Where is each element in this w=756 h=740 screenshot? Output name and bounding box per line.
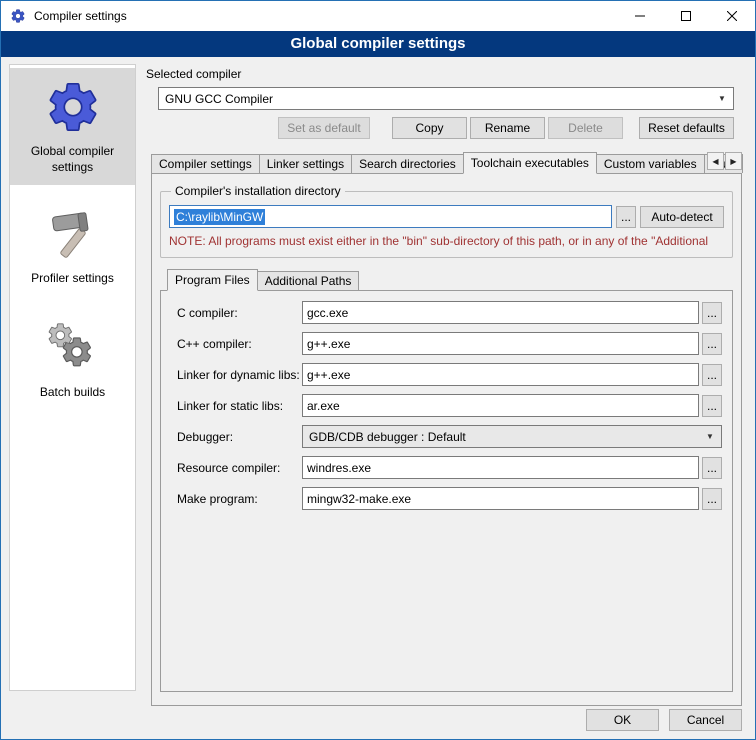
static-linker-input[interactable] — [302, 394, 699, 417]
dialog-footer: OK Cancel — [586, 709, 742, 731]
program-tab-strip: Program Files Additional Paths — [167, 268, 733, 290]
program-files-page: C compiler: ... C++ compiler: ... Linker… — [160, 290, 733, 692]
window-controls — [617, 1, 755, 31]
installation-directory-group: Compiler's installation directory C:\ray… — [160, 184, 733, 258]
make-program-input[interactable] — [302, 487, 699, 510]
cpp-compiler-label: C++ compiler: — [177, 337, 302, 351]
main-panel: Selected compiler GNU GCC Compiler ▼ Set… — [146, 63, 749, 706]
resource-compiler-label: Resource compiler: — [177, 461, 302, 475]
tab-scroll-arrows: ◀ ▶ — [706, 152, 742, 170]
dialog-header: Global compiler settings — [1, 31, 755, 57]
auto-detect-button[interactable]: Auto-detect — [640, 206, 724, 228]
debugger-label: Debugger: — [177, 430, 302, 444]
copy-button[interactable]: Copy — [392, 117, 467, 139]
field-row-dynamic-linker: Linker for dynamic libs: ... — [177, 363, 722, 386]
browse-directory-button[interactable]: ... — [616, 206, 636, 228]
close-button[interactable] — [709, 1, 755, 31]
sidebar-item-global-compiler-settings[interactable]: Global compiler settings — [10, 68, 135, 185]
tab-linker-settings[interactable]: Linker settings — [259, 154, 352, 173]
cancel-button[interactable]: Cancel — [669, 709, 742, 731]
delete-button[interactable]: Delete — [548, 117, 623, 139]
titlebar[interactable]: Compiler settings — [1, 1, 755, 31]
tab-scroll-left-button[interactable]: ◀ — [707, 152, 724, 170]
dynamic-linker-input[interactable] — [302, 363, 699, 386]
hammer-icon — [45, 207, 101, 263]
spacer — [370, 117, 389, 139]
resource-compiler-input[interactable] — [302, 456, 699, 479]
c-compiler-label: C compiler: — [177, 306, 302, 320]
maximize-button[interactable] — [663, 1, 709, 31]
debugger-select[interactable]: GDB/CDB debugger : Default ▼ — [302, 425, 722, 448]
installation-directory-row: C:\raylib\MinGW ... Auto-detect — [169, 205, 724, 228]
ok-button[interactable]: OK — [586, 709, 659, 731]
dynamic-linker-browse-button[interactable]: ... — [702, 364, 722, 386]
compiler-select-value: GNU GCC Compiler — [165, 92, 714, 106]
tab-toolchain-executables[interactable]: Toolchain executables — [463, 152, 597, 174]
compiler-select[interactable]: GNU GCC Compiler ▼ — [158, 87, 734, 110]
toolchain-executables-page: Compiler's installation directory C:\ray… — [151, 173, 742, 706]
c-compiler-browse-button[interactable]: ... — [702, 302, 722, 324]
sidebar-item-label: Profiler settings — [31, 271, 114, 287]
tab-search-directories[interactable]: Search directories — [351, 154, 464, 173]
field-row-static-linker: Linker for static libs: ... — [177, 394, 722, 417]
chevron-down-icon: ▼ — [702, 432, 718, 441]
sidebar-item-profiler-settings[interactable]: Profiler settings — [10, 197, 135, 297]
sidebar-item-label: Batch builds — [40, 385, 105, 401]
tab-program-files[interactable]: Program Files — [167, 269, 258, 291]
selected-compiler-label: Selected compiler — [146, 67, 749, 81]
static-linker-label: Linker for static libs: — [177, 399, 302, 413]
field-row-cpp-compiler: C++ compiler: ... — [177, 332, 722, 355]
gray-gears-icon — [44, 319, 102, 377]
tab-strip: Compiler settings Linker settings Search… — [151, 151, 742, 173]
cpp-compiler-input[interactable] — [302, 332, 699, 355]
tab-compiler-settings[interactable]: Compiler settings — [151, 154, 260, 173]
make-program-browse-button[interactable]: ... — [702, 488, 722, 510]
note-text: NOTE: All programs must exist either in … — [169, 234, 724, 248]
window-title: Compiler settings — [34, 9, 127, 23]
tab-custom-variables[interactable]: Custom variables — [596, 154, 705, 173]
resource-compiler-browse-button[interactable]: ... — [702, 457, 722, 479]
compiler-button-row: Set as default Copy Rename Delete Reset … — [158, 117, 734, 139]
dynamic-linker-label: Linker for dynamic libs: — [177, 368, 302, 382]
tab-additional-paths[interactable]: Additional Paths — [257, 271, 360, 290]
c-compiler-input[interactable] — [302, 301, 699, 324]
make-program-label: Make program: — [177, 492, 302, 506]
compiler-settings-dialog: Compiler settings Global compiler settin… — [0, 0, 756, 740]
installation-directory-input[interactable]: C:\raylib\MinGW — [169, 205, 612, 228]
field-row-debugger: Debugger: GDB/CDB debugger : Default ▼ — [177, 425, 722, 448]
rename-button[interactable]: Rename — [470, 117, 545, 139]
sidebar-item-batch-builds[interactable]: Batch builds — [10, 309, 135, 411]
app-icon — [10, 8, 26, 24]
reset-defaults-button[interactable]: Reset defaults — [639, 117, 734, 139]
field-row-make-program: Make program: ... — [177, 487, 722, 510]
installation-directory-value: C:\raylib\MinGW — [174, 209, 265, 225]
sidebar: Global compiler settings Profiler settin… — [9, 64, 136, 691]
minimize-button[interactable] — [617, 1, 663, 31]
sidebar-item-label: Global compiler settings — [13, 144, 132, 175]
field-row-c-compiler: C compiler: ... — [177, 301, 722, 324]
installation-directory-legend: Compiler's installation directory — [171, 184, 345, 198]
field-row-resource-compiler: Resource compiler: ... — [177, 456, 722, 479]
chevron-down-icon: ▼ — [714, 94, 730, 103]
tab-scroll-right-button[interactable]: ▶ — [725, 152, 742, 170]
set-as-default-button[interactable]: Set as default — [278, 117, 370, 139]
static-linker-browse-button[interactable]: ... — [702, 395, 722, 417]
blue-gear-icon — [44, 78, 102, 136]
cpp-compiler-browse-button[interactable]: ... — [702, 333, 722, 355]
debugger-select-value: GDB/CDB debugger : Default — [309, 430, 702, 444]
spacer — [623, 117, 636, 139]
